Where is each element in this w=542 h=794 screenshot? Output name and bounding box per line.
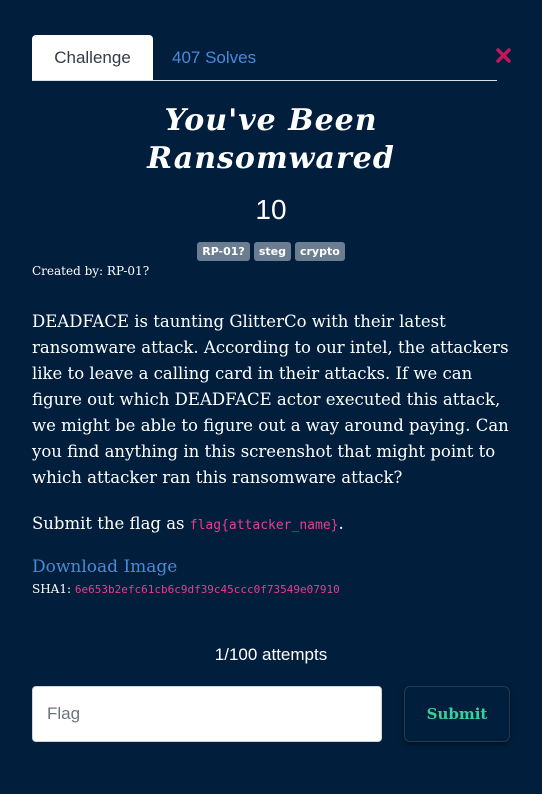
submit-suffix: . xyxy=(338,514,344,533)
challenge-tabs: Challenge 407 Solves xyxy=(32,35,497,81)
tab-solves[interactable]: 407 Solves xyxy=(172,35,256,80)
challenge-title-line2: Ransomwared xyxy=(147,141,395,176)
submit-instructions: Submit the flag as flag{attacker_name}. xyxy=(32,511,344,539)
tag-crypto: crypto xyxy=(294,242,345,261)
challenge-points: 10 xyxy=(255,194,287,225)
challenge-title: You've Been Ransomwared xyxy=(0,102,542,178)
submit-button[interactable]: Submit xyxy=(404,686,510,742)
sha1-line: SHA1: 6e653b2efc61cb6c9df39c45ccc0f73549… xyxy=(32,580,340,599)
tab-challenge[interactable]: Challenge xyxy=(32,35,153,80)
attempts-count: 1/100 attempts xyxy=(214,645,328,664)
flag-format: flag{attacker_name} xyxy=(189,518,339,533)
challenge-description: DEADFACE is taunting GlitterCo with thei… xyxy=(32,312,509,487)
flag-input[interactable] xyxy=(32,686,382,742)
challenge-tags: RP-01? steg crypto xyxy=(0,242,542,261)
tag-author: RP-01? xyxy=(197,242,250,261)
sha1-label: SHA1: xyxy=(32,582,72,596)
tag-steg: steg xyxy=(253,242,291,261)
challenge-title-line1: You've Been xyxy=(164,103,378,138)
close-icon[interactable] xyxy=(495,47,512,64)
submit-prefix: Submit the flag as xyxy=(32,514,190,533)
sha1-value: 6e653b2efc61cb6c9df39c45ccc0f73549e07910 xyxy=(74,583,340,596)
created-by: Created by: RP-01? xyxy=(32,264,150,278)
download-image-link[interactable]: Download Image xyxy=(32,555,177,579)
